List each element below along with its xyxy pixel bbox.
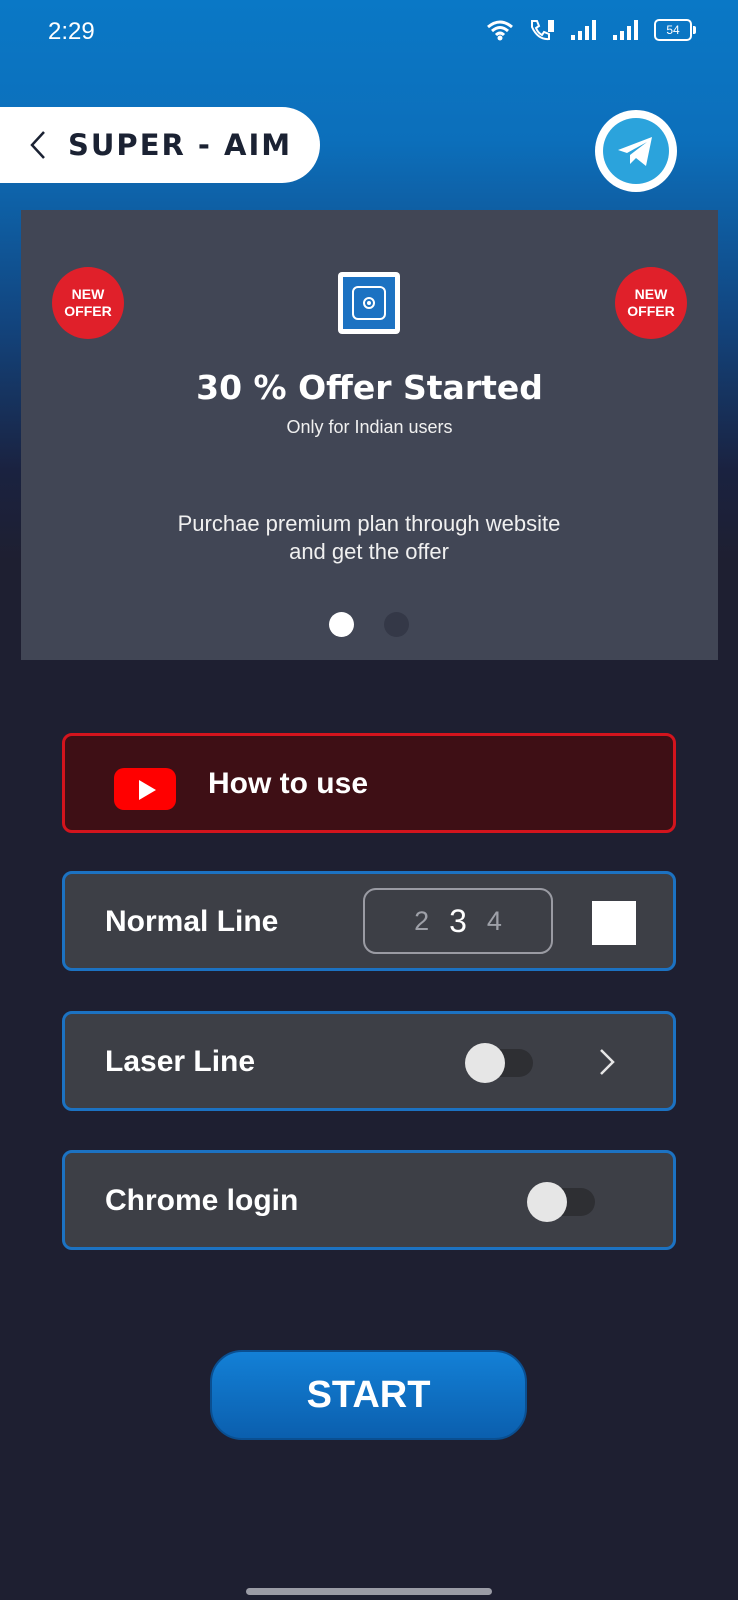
picker-option-next[interactable]: 4 [487,906,502,937]
volte-call-icon [531,20,554,41]
line-width-picker[interactable]: 2 3 4 [363,888,553,954]
app-logo-icon [338,272,400,334]
chevron-left-icon[interactable] [22,128,56,162]
badge-line-1: NEW [634,286,668,302]
new-offer-badge-right: NEW OFFER [615,267,687,339]
normal-line-label: Normal Line [105,905,279,938]
carousel-dot-1[interactable] [329,612,354,637]
offer-subtitle: Only for Indian users [286,417,453,437]
telegram-button[interactable] [595,110,677,192]
laser-line-row[interactable]: Laser Line [62,1011,676,1111]
line-color-swatch[interactable] [592,901,636,945]
toggle-knob [465,1043,505,1083]
back-header[interactable]: SUPER - AIM [0,107,320,183]
picker-option-selected[interactable]: 3 [449,903,467,940]
status-time: 2:29 [48,18,95,45]
status-icons: 54 [486,18,696,42]
carousel-dot-2[interactable] [384,612,409,637]
new-offer-badge-left: NEW OFFER [52,267,124,339]
telegram-icon [603,118,669,184]
how-to-use-label: How to use [208,767,369,800]
offer-banner[interactable]: NEW OFFER NEW OFFER 30 % Offer Started O… [21,210,718,660]
toggle-knob [527,1182,567,1222]
badge-line-2: OFFER [627,303,675,319]
offer-description: Purchae premium plan through website and… [177,511,561,564]
page-title: SUPER - AIM [68,128,293,162]
chrome-login-toggle[interactable] [527,1182,595,1222]
normal-line-row: Normal Line 2 3 4 [62,871,676,971]
laser-line-toggle[interactable] [465,1043,533,1083]
signal-icon-2 [613,20,638,40]
chevron-right-icon[interactable] [595,1044,619,1080]
laser-line-label: Laser Line [105,1045,256,1078]
badge-line-2: OFFER [64,303,112,319]
start-button[interactable]: START [210,1350,527,1440]
battery-icon: 54 [654,19,696,41]
status-bar: 2:29 54 [0,0,738,64]
picker-option-prev[interactable]: 2 [414,906,429,937]
badge-line-1: NEW [71,286,105,302]
youtube-icon [114,768,176,810]
chrome-login-row: Chrome login [62,1150,676,1250]
how-to-use-button[interactable]: How to use [62,733,676,833]
chrome-login-label: Chrome login [105,1184,299,1217]
signal-icon-1 [571,20,596,40]
wifi-icon [487,20,513,41]
home-indicator[interactable] [246,1588,492,1595]
offer-title: 30 % Offer Started [196,368,543,407]
carousel-indicator [329,612,409,637]
